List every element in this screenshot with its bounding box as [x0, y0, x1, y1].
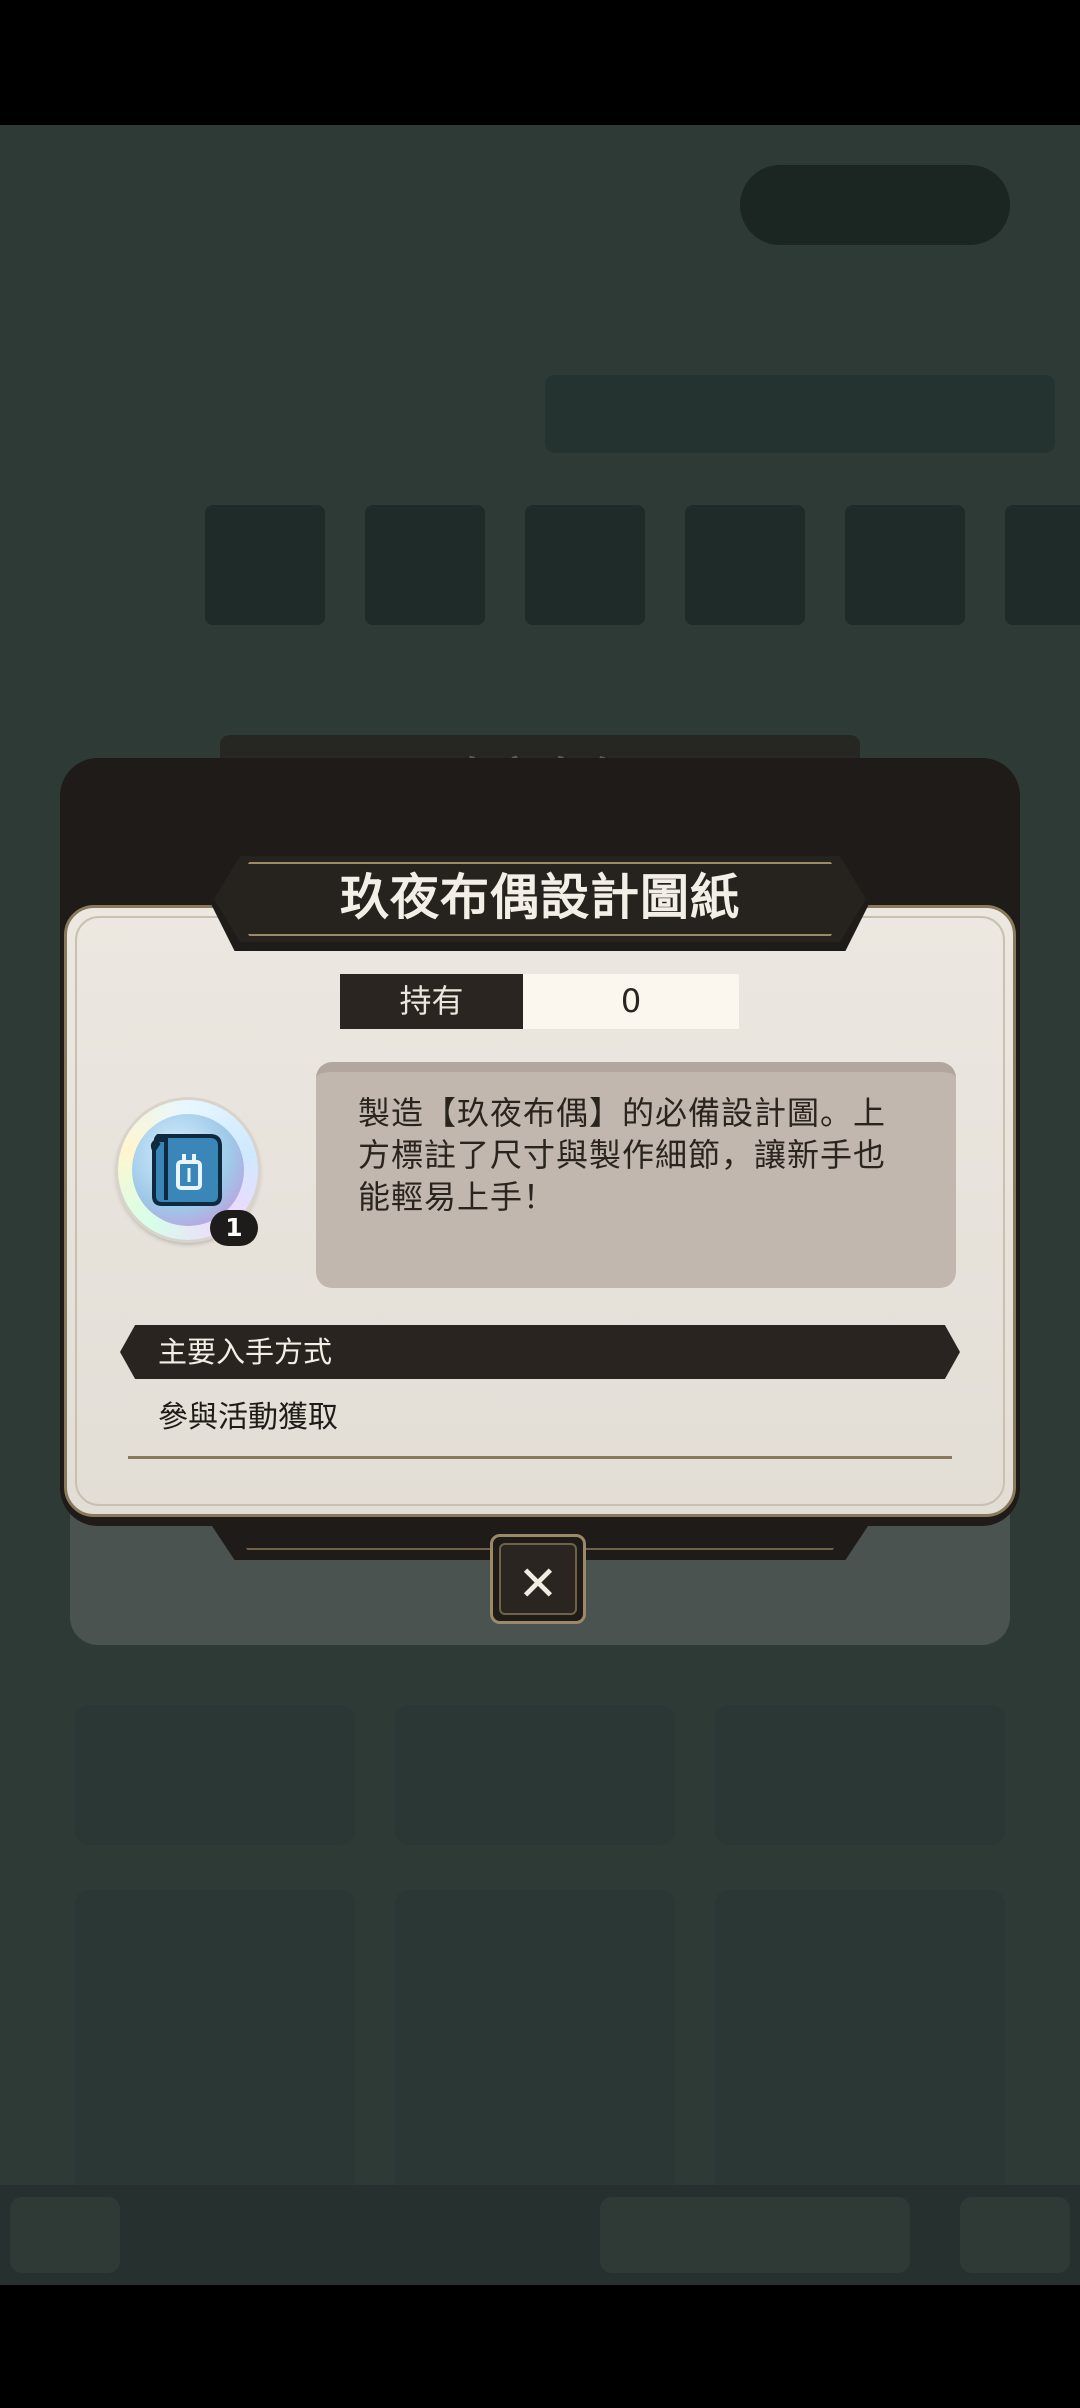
bg-header-bar: [545, 375, 1055, 453]
close-button[interactable]: ✕: [490, 1534, 586, 1624]
bg-footer-button: [10, 2197, 120, 2273]
dialog-title: 玖夜布偶設計圖紙: [339, 869, 740, 926]
bg-card: [715, 1890, 1005, 2210]
bg-card: [395, 1890, 675, 2210]
bg-slot: [525, 505, 645, 625]
blueprint-scroll-icon: [150, 1134, 222, 1206]
bg-top-pill: [740, 165, 1010, 245]
bg-slot: [365, 505, 485, 625]
bg-slot: [845, 505, 965, 625]
bg-card: [395, 1705, 675, 1845]
close-button-inner: ✕: [499, 1543, 577, 1615]
bg-slot: [685, 505, 805, 625]
method-item: 參與活動獲取: [158, 1400, 338, 1435]
description-box: 製造【玖夜布偶】的必備設計圖。上方標註了尺寸與製作細節，讓新手也能輕易上手！: [316, 1062, 956, 1288]
method-title: 主要入手方式: [158, 1335, 333, 1369]
bg-slot: [205, 505, 325, 625]
bg-card: [715, 1705, 1005, 1845]
bg-card: [75, 1890, 355, 2210]
bg-slot: [1005, 505, 1080, 625]
bg-footer: [0, 2185, 1080, 2285]
item-count-badge: 1: [210, 1210, 258, 1246]
bg-footer-button: [600, 2197, 910, 2273]
hold-label: 持有: [340, 974, 523, 1029]
hold-value: 0: [523, 974, 739, 1029]
bg-footer-button: [960, 2197, 1070, 2273]
method-divider: [128, 1456, 952, 1459]
description-text: 製造【玖夜布偶】的必備設計圖。上方標註了尺寸與製作細節，讓新手也能輕易上手！: [358, 1094, 887, 1216]
bg-card: [75, 1705, 355, 1845]
close-icon: ✕: [517, 1556, 559, 1612]
